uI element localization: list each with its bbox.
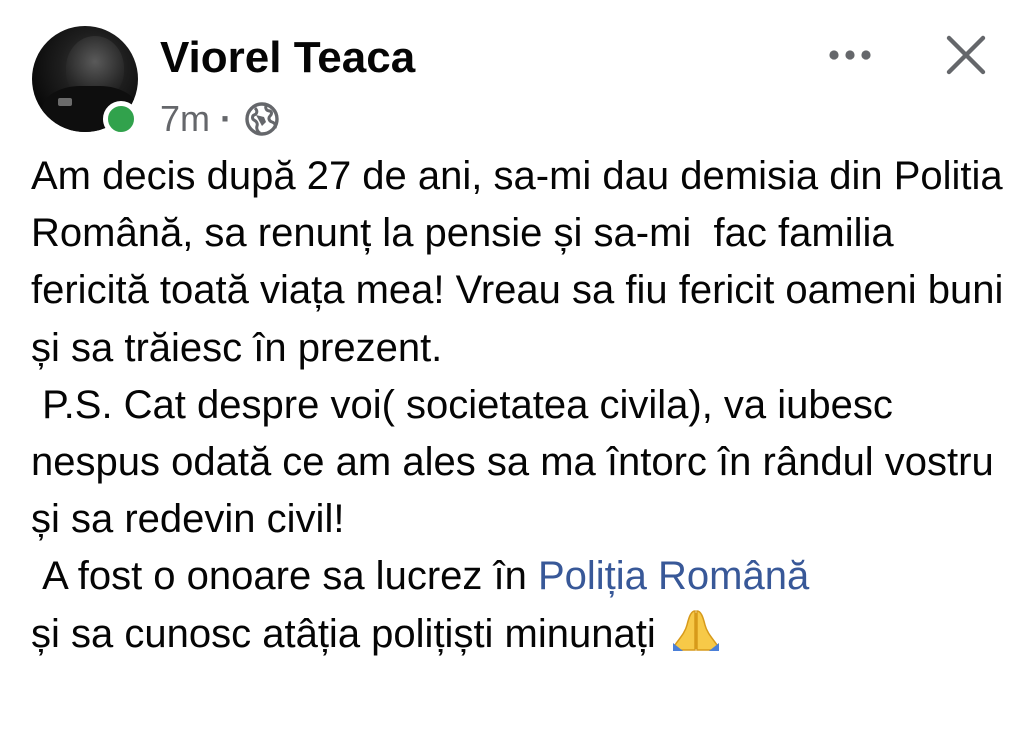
online-status-indicator — [103, 101, 139, 137]
post-paragraph-2: P.S. Cat despre voi( societatea civila),… — [31, 382, 1005, 542]
page-link-politia-romana[interactable]: Poliția Română — [538, 554, 809, 598]
post-header: Viorel Teaca 7m · — [0, 0, 1024, 150]
post-paragraph-3-end: și sa cunosc atâția polițiști minunați — [31, 611, 667, 656]
more-options-icon[interactable] — [824, 38, 876, 72]
post-text: Am decis după 27 de ani, sa-mi dau demis… — [31, 148, 1011, 663]
author-name[interactable]: Viorel Teaca — [160, 33, 415, 83]
meta-separator: · — [220, 98, 233, 139]
avatar-patch — [58, 98, 72, 106]
post-paragraph-3-text: A fost o onoare sa lucrez în — [31, 554, 538, 599]
close-icon[interactable] — [944, 33, 988, 77]
post-meta: 7m · — [160, 96, 280, 142]
post-timestamp[interactable]: 7m — [160, 98, 210, 140]
post-paragraph-1: Am decis după 27 de ani, sa-mi dau demis… — [31, 154, 1015, 370]
folded-hands-emoji-icon — [672, 609, 719, 651]
facebook-post: Viorel Teaca 7m · Am decis după 27 de an… — [0, 0, 1024, 736]
post-paragraph-3: A fost o onoare sa lucrez în Poliția Rom… — [31, 548, 1011, 662]
globe-icon[interactable] — [244, 101, 280, 137]
